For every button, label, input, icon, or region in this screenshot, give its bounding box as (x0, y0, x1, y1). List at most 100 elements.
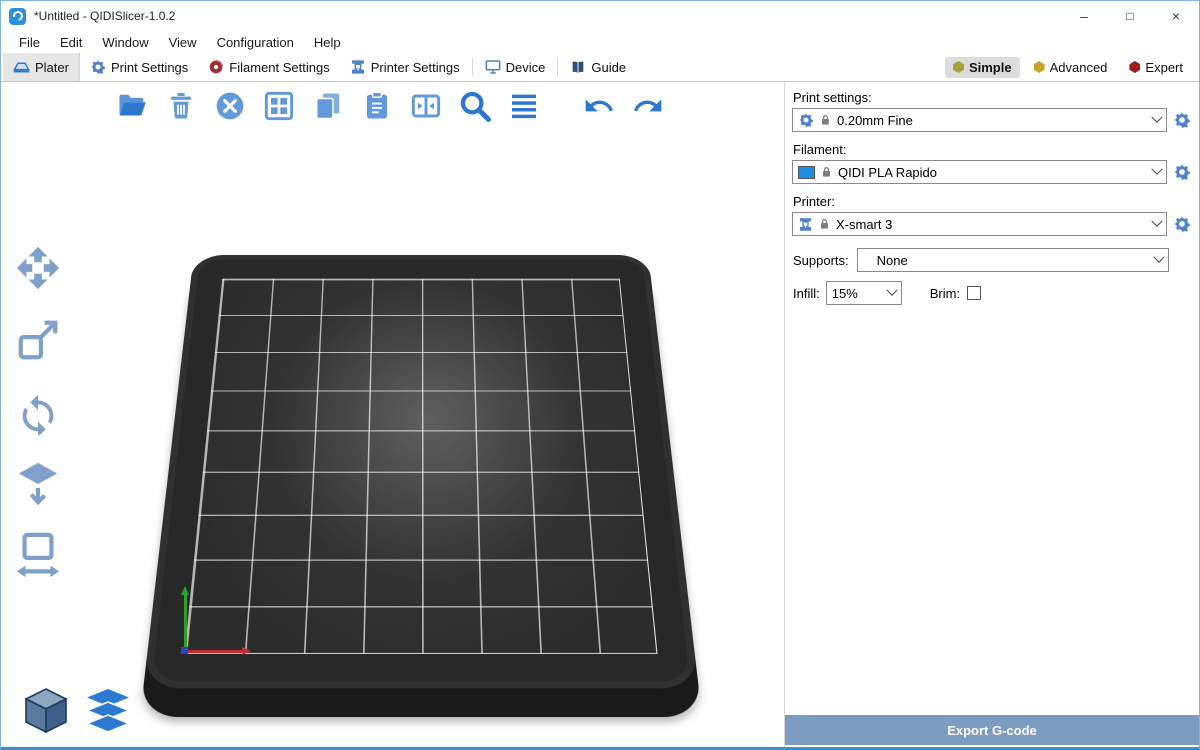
tab-label: Print Settings (111, 60, 188, 75)
infill-dropdown[interactable]: 15% (826, 281, 902, 305)
supports-dropdown[interactable]: None (857, 248, 1169, 272)
tab-bar: Plater Print Settings Filament Settings … (1, 53, 1199, 82)
gear-icon (1173, 163, 1191, 181)
brim-checkbox[interactable] (967, 286, 981, 300)
tab-guide[interactable]: Guide (560, 53, 636, 81)
delete-all-button[interactable] (211, 87, 249, 125)
close-button[interactable]: × (1153, 1, 1199, 31)
mode-label: Simple (969, 60, 1012, 75)
delete-all-icon (214, 90, 246, 122)
mirror-button[interactable] (12, 530, 64, 582)
tab-label: Plater (35, 60, 69, 75)
mode-simple[interactable]: Simple (945, 57, 1020, 78)
view-layers-button[interactable] (85, 688, 131, 741)
menu-item-help[interactable]: Help (304, 33, 351, 52)
search-icon (458, 89, 492, 123)
scale-icon (15, 317, 61, 363)
print-settings-gear-button[interactable] (1171, 109, 1193, 131)
printer-dropdown[interactable]: X-smart 3 (792, 212, 1167, 236)
printer-label: Printer: (793, 194, 1193, 209)
menu-item-edit[interactable]: Edit (50, 33, 92, 52)
gear-icon (90, 59, 106, 75)
search-button[interactable] (456, 87, 494, 125)
split-icon (410, 90, 442, 122)
printer-icon (798, 217, 813, 232)
print-settings-value: 0.20mm Fine (837, 113, 913, 128)
window-title: *Untitled - QIDISlicer-1.0.2 (34, 9, 175, 23)
delete-trash-icon (166, 91, 196, 121)
tab-separator (557, 58, 558, 76)
rotate-icon (15, 389, 61, 435)
y-axis-indicator (184, 590, 187, 652)
mode-advanced[interactable]: Advanced (1026, 57, 1116, 78)
print-settings-label: Print settings: (793, 90, 1193, 105)
move-button[interactable] (12, 242, 64, 294)
guide-book-icon (570, 59, 586, 75)
object-manipulation-toolbar (9, 242, 67, 582)
move-icon (15, 245, 61, 291)
supports-value: None (877, 253, 908, 268)
gear-icon (798, 112, 814, 128)
print-bed (143, 255, 699, 688)
copy-button[interactable] (309, 87, 347, 125)
undo-button[interactable] (580, 87, 618, 125)
printer-gear-button[interactable] (1171, 213, 1193, 235)
tab-label: Printer Settings (371, 60, 460, 75)
copy-icon (313, 91, 343, 121)
paste-button[interactable] (358, 87, 396, 125)
infill-label: Infill: (793, 286, 820, 301)
lock-icon (818, 217, 831, 231)
layers-button[interactable] (505, 87, 543, 125)
rotate-button[interactable] (12, 386, 64, 438)
tab-label: Guide (591, 60, 626, 75)
tab-print-settings[interactable]: Print Settings (80, 53, 198, 81)
build-plate-scene (171, 170, 671, 730)
maximize-button[interactable]: □ (1107, 1, 1153, 31)
menu-item-view[interactable]: View (159, 33, 207, 52)
minimize-button[interactable]: – (1061, 1, 1107, 31)
filament-gear-button[interactable] (1171, 161, 1193, 183)
menu-bar: File Edit Window View Configuration Help (1, 31, 1199, 53)
lock-icon (820, 165, 833, 179)
device-monitor-icon (485, 59, 501, 75)
layers-list-icon (508, 90, 540, 122)
3d-viewport[interactable] (1, 82, 785, 747)
tab-device[interactable]: Device (475, 53, 556, 81)
paste-clipboard-icon (362, 91, 392, 121)
view-3d-button[interactable] (23, 686, 69, 741)
printer-value: X-smart 3 (836, 217, 892, 232)
export-gcode-button[interactable]: Export G-code (785, 715, 1199, 745)
advanced-mode-icon (1034, 61, 1045, 73)
printer-icon (350, 59, 366, 75)
menu-item-window[interactable]: Window (92, 33, 158, 52)
split-button[interactable] (407, 87, 445, 125)
print-settings-dropdown[interactable]: 0.20mm Fine (792, 108, 1167, 132)
open-folder-icon (115, 91, 149, 121)
mode-label: Expert (1145, 60, 1183, 75)
x-axis-indicator (187, 650, 247, 653)
scale-button[interactable] (12, 314, 64, 366)
delete-button[interactable] (162, 87, 200, 125)
menu-item-file[interactable]: File (9, 33, 50, 52)
tab-printer-settings[interactable]: Printer Settings (340, 53, 470, 81)
chevron-down-icon (1151, 164, 1162, 175)
settings-sidebar: Print settings: 0.20mm Fine (785, 82, 1199, 747)
tab-filament-settings[interactable]: Filament Settings (198, 53, 339, 81)
redo-icon (630, 90, 666, 122)
open-folder-button[interactable] (113, 87, 151, 125)
filament-dropdown[interactable]: QIDI PLA Rapido (792, 160, 1167, 184)
filament-color-swatch (798, 166, 815, 179)
menu-item-configuration[interactable]: Configuration (207, 33, 304, 52)
place-on-face-button[interactable] (12, 458, 64, 510)
lock-icon (819, 113, 832, 127)
view-layers-icon (85, 688, 131, 736)
tab-plater[interactable]: Plater (3, 53, 80, 81)
gear-icon (1173, 215, 1191, 233)
arrange-grid-icon (263, 90, 295, 122)
mode-expert[interactable]: Expert (1121, 57, 1191, 78)
mode-label: Advanced (1050, 60, 1108, 75)
redo-button[interactable] (629, 87, 667, 125)
simple-mode-icon (953, 61, 964, 73)
arrange-button[interactable] (260, 87, 298, 125)
plater-toolbar (113, 87, 667, 125)
